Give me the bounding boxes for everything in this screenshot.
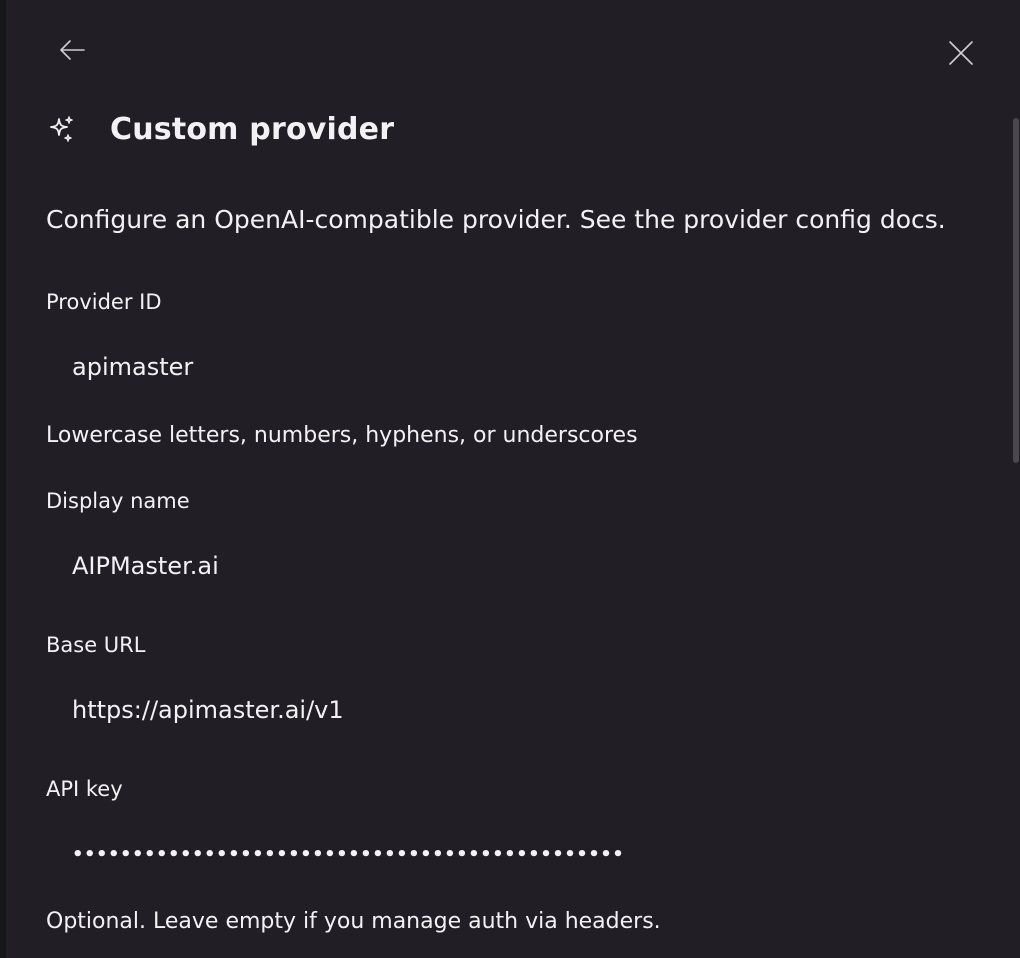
page-description: Configure an OpenAI-compatible provider.… xyxy=(46,205,946,234)
base-url-input[interactable]: https://apimaster.ai/v1 xyxy=(46,686,976,734)
arrow-left-icon xyxy=(60,40,85,60)
provider-id-hint: Lowercase letters, numbers, hyphens, or … xyxy=(46,423,638,448)
back-button[interactable] xyxy=(52,30,92,70)
page-header: Custom provider xyxy=(46,112,394,147)
display-name-input[interactable]: AIPMaster.ai xyxy=(46,542,976,590)
api-key-hint: Optional. Leave empty if you manage auth… xyxy=(46,909,661,934)
page-title: Custom provider xyxy=(110,112,395,147)
scrollbar[interactable] xyxy=(1012,118,1020,468)
base-url-label: Base URL xyxy=(46,633,146,657)
provider-id-label: Provider ID xyxy=(46,290,162,314)
scrollbar-thumb[interactable] xyxy=(1013,118,1019,463)
display-name-label: Display name xyxy=(46,489,190,513)
custom-provider-panel: Custom provider Configure an OpenAI-comp… xyxy=(6,0,1020,958)
close-icon xyxy=(949,41,973,65)
api-key-input[interactable]: ••••••••••••••••••••••••••••••••••••••••… xyxy=(46,830,976,878)
provider-id-input[interactable]: apimaster xyxy=(46,343,976,391)
sparkle-icon xyxy=(50,115,73,142)
api-key-label: API key xyxy=(46,777,123,801)
close-button[interactable] xyxy=(941,33,981,73)
